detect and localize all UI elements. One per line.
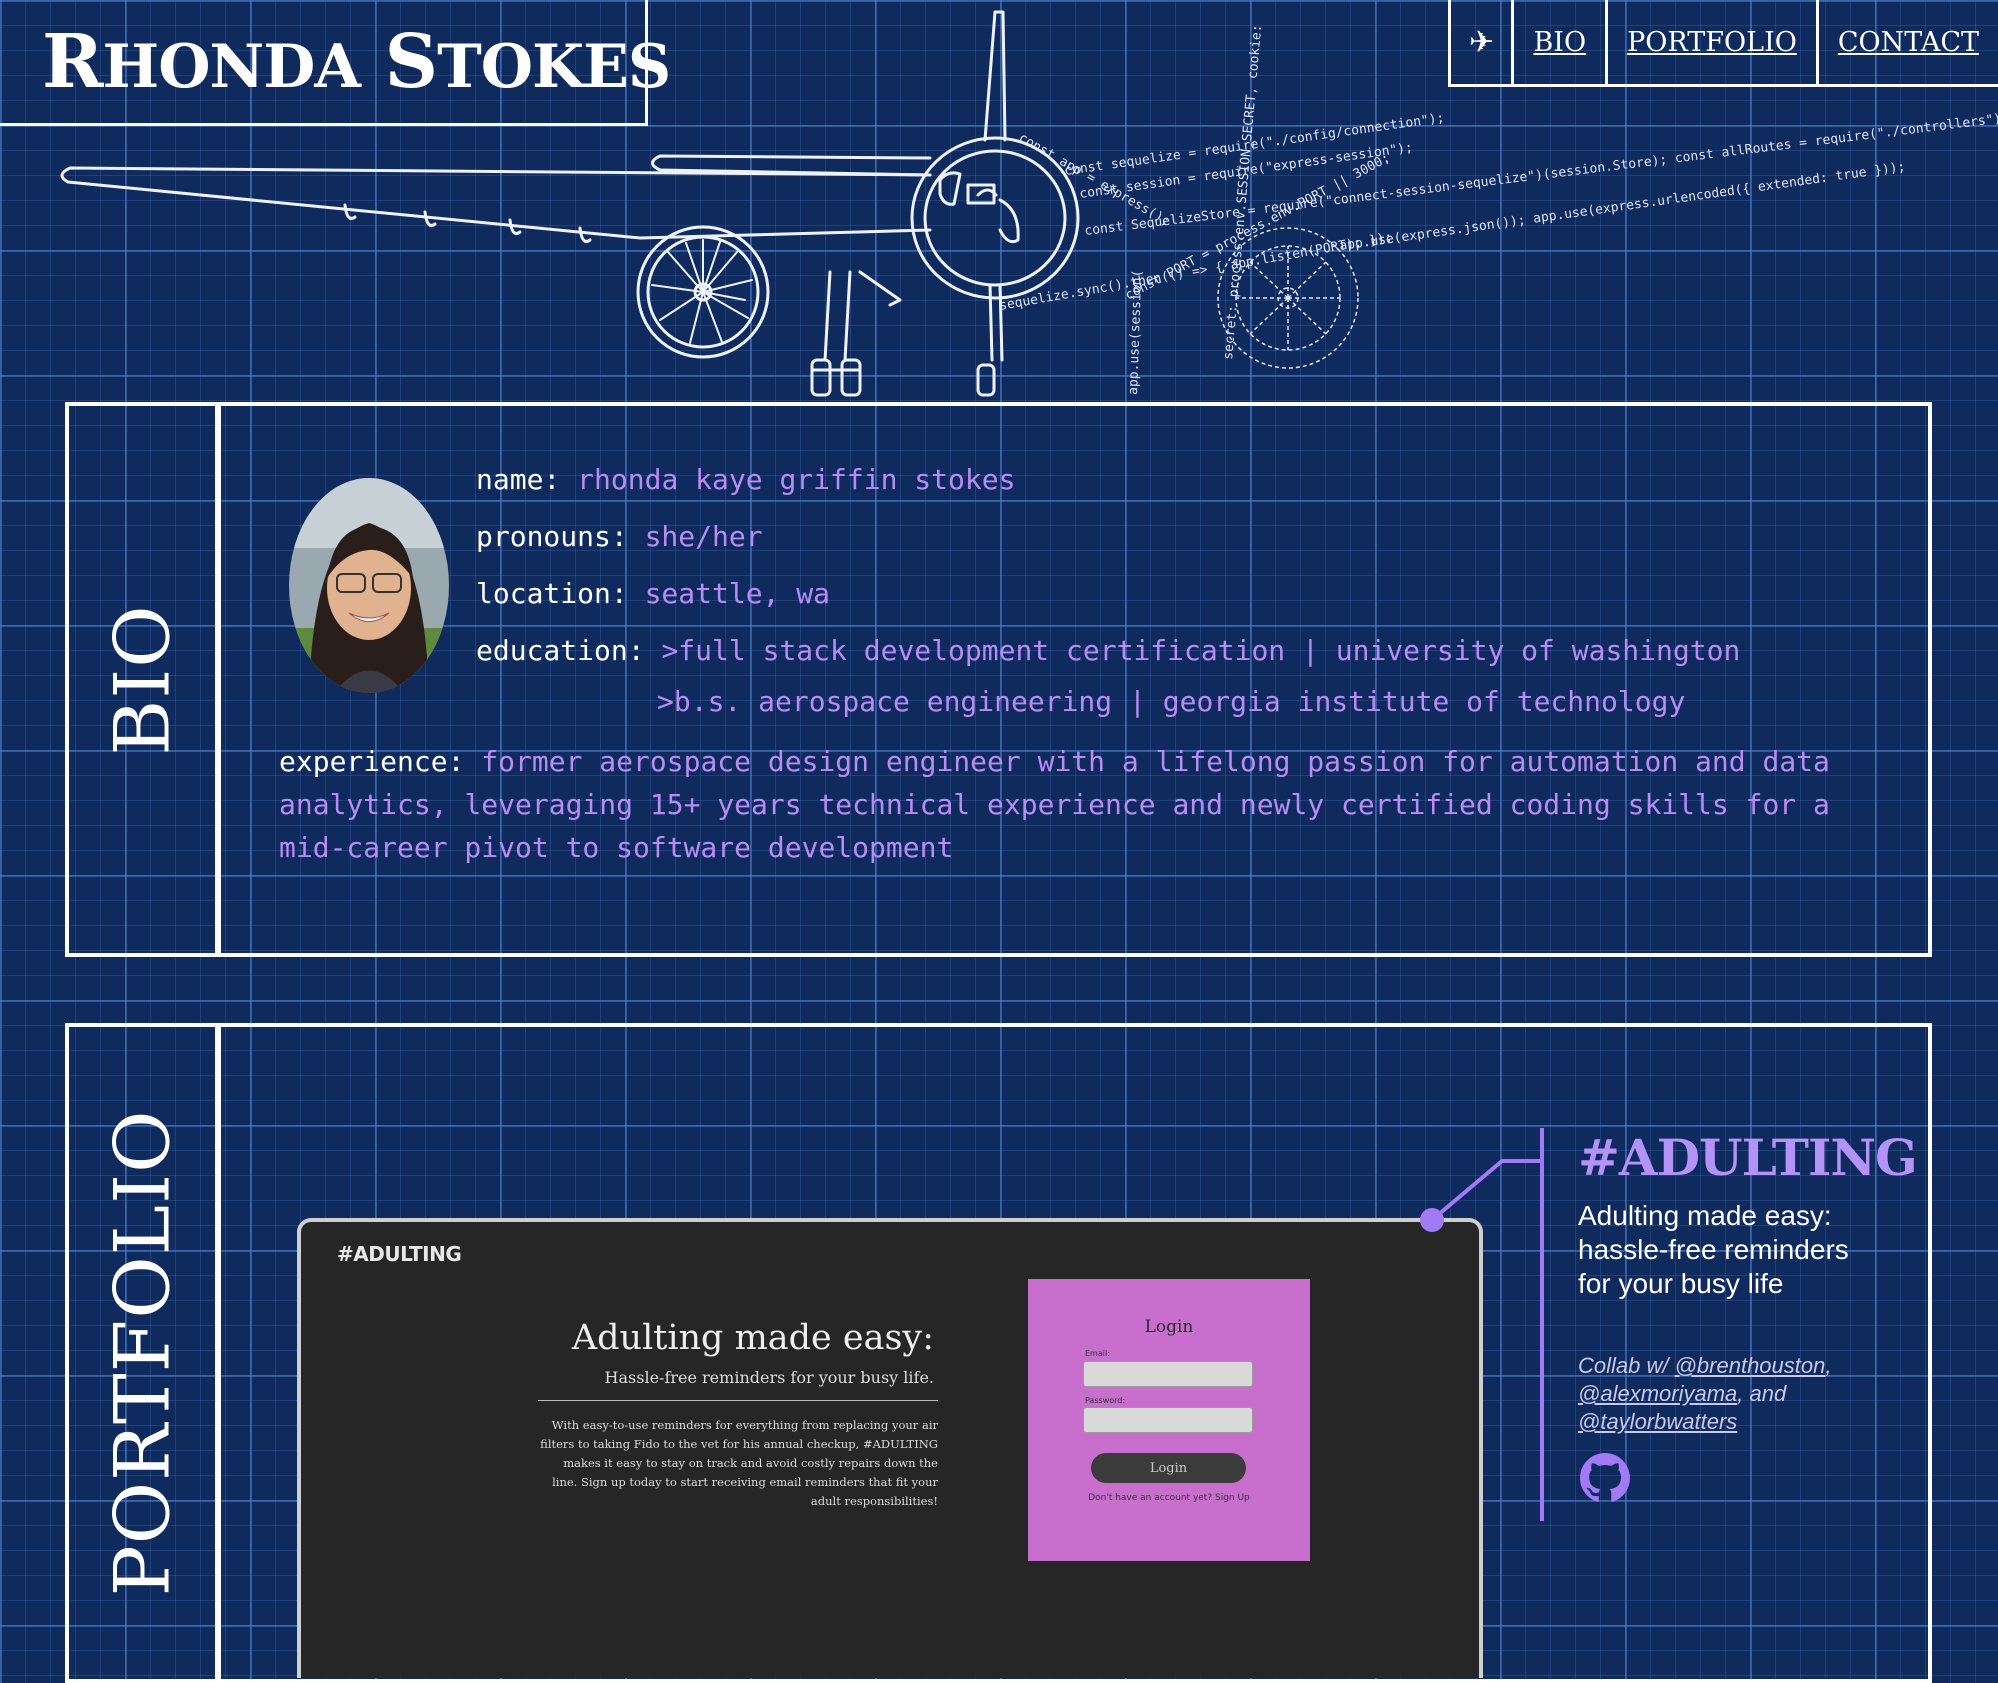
nav-link-portfolio[interactable]: PORTFOLIO [1608,0,1819,84]
site-title: RHONDA STOKES [42,18,671,105]
site-title-box: RHONDA STOKES [0,0,671,126]
bio-education-row-2: >b.s. aerospace engineering | georgia in… [657,685,1685,718]
callout-connector [1420,1159,1542,1232]
screenshot-login-title: Login [1144,1317,1194,1337]
bio-pronouns-key: pronouns: [476,520,628,553]
collaborator-link-1[interactable]: @brenthouston [1675,1353,1826,1378]
bio-name-value: rhonda kaye griffin stokes [577,463,1016,496]
screenshot-email-label: Email: [1085,1349,1110,1358]
screenshot-heading: Adulting made easy: [571,1318,934,1358]
collab-prefix: Collab w/ [1578,1353,1675,1378]
bio-location-row: location: seattle, wa [476,577,830,610]
airplane-icon[interactable]: ✈ [1451,0,1515,84]
portfolio-section-label: PORTFOLIO [97,1109,187,1597]
project-screenshot[interactable]: #ADULTING Adulting made easy: Hassle-fre… [297,1218,1483,1678]
bio-experience-key: experience: [279,745,465,778]
screenshot-brand: #ADULTING [337,1242,462,1266]
github-icon[interactable] [1580,1453,1630,1503]
screenshot-password-label: Password: [1085,1396,1126,1405]
collaborator-link-3[interactable]: @taylorbwatters [1578,1409,1737,1434]
screenshot-signup-text: Don't have an account yet? Sign Up [1088,1493,1250,1503]
bio-section-label: BIO [97,603,187,756]
nav-link-contact[interactable]: CONTACT [1819,0,1998,84]
project-title: #ADULTING [1578,1128,1918,1187]
project-description: Adulting made easy: hassle-free reminder… [1578,1200,1849,1299]
bio-name-key: name: [476,463,561,496]
screenshot-login-button: Login [1091,1453,1246,1483]
screenshot-divider [538,1400,938,1401]
project-collaborators: Collab w/ @brenthouston, @alexmoriyama, … [1578,1352,1878,1436]
screenshot-password-input [1083,1407,1253,1433]
bio-education-row: education: >full stack development certi… [476,634,1740,667]
bio-pronouns-row: pronouns: she/her [476,520,763,553]
bio-experience: experience: former aerospace design engi… [279,740,1879,869]
collab-separator-1: , [1825,1353,1832,1378]
bio-name-row: name: rhonda kaye griffin stokes [476,463,1015,496]
screenshot-login-card: Login Email: Password: Login Don't have … [1028,1279,1310,1561]
hero-code-line-6: secret: process.env.SESSION_SECRET, cook… [1221,24,1265,361]
project-callout-line [1540,1128,1544,1521]
bio-location-key: location: [476,577,628,610]
bio-experience-value: former aerospace design engineer with a … [279,745,1830,864]
top-nav: ✈ BIO PORTFOLIO CONTACT [1448,0,1998,87]
hero-code-line-4: app.use(express.json()); app.use(express… [1338,160,1906,254]
bio-section-rail: BIO [69,406,221,953]
screenshot-paragraph: With easy-to-use reminders for everythin… [540,1418,938,1508]
bio-location-value: seattle, wa [644,577,831,610]
screenshot-email-input [1083,1361,1253,1387]
bio-education-item-1: >full stack development certification | … [661,634,1741,667]
bio-pronouns-value: she/her [644,520,763,553]
portfolio-section-rail: PORTFOLIO [69,1027,221,1679]
profile-photo [289,478,449,693]
screenshot-subheading: Hassle-free reminders for your busy life… [604,1368,934,1387]
collab-separator-2: , and [1737,1381,1787,1406]
nav-link-bio[interactable]: BIO [1514,0,1609,84]
bio-education-item-2: >b.s. aerospace engineering | georgia in… [657,685,1686,718]
collaborator-link-2[interactable]: @alexmoriyama [1578,1381,1737,1406]
bio-education-key: education: [476,634,645,667]
